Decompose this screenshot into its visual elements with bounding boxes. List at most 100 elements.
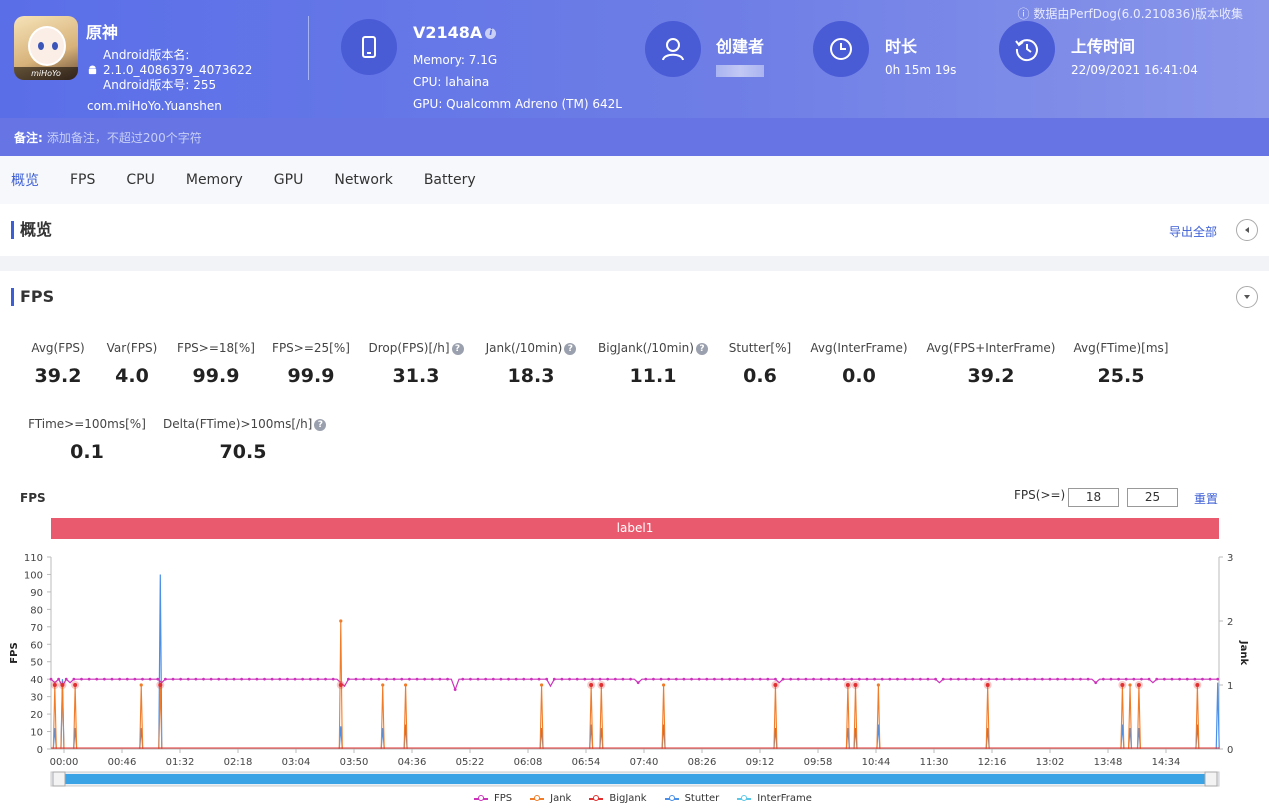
fps-point <box>789 677 793 681</box>
label-bar[interactable]: label1 <box>51 518 1219 539</box>
fps-point <box>87 677 91 681</box>
fps-point <box>247 677 251 681</box>
fps-point <box>796 677 800 681</box>
fps-point <box>1216 677 1220 681</box>
fps-point <box>1071 677 1075 681</box>
fps-threshold-label: FPS(>=) <box>1014 488 1066 502</box>
fps-point <box>1048 677 1052 681</box>
x-tick-label: 05:22 <box>456 757 485 768</box>
fps-point <box>72 677 76 681</box>
fps-point <box>1193 677 1197 681</box>
y-tick-label-left: 0 <box>37 745 43 756</box>
tab-gpu[interactable]: GPU <box>274 172 304 188</box>
fps-point <box>461 677 465 681</box>
export-all-button[interactable]: 导出全部 <box>1169 223 1217 240</box>
fps-point <box>949 677 953 681</box>
fps-point <box>118 677 122 681</box>
fps-point <box>423 677 427 681</box>
bigjank-point <box>845 683 850 687</box>
fps-threshold-input-1[interactable]: 18 <box>1068 488 1119 507</box>
tab-battery[interactable]: Battery <box>424 172 476 188</box>
fps-point <box>263 677 266 681</box>
note-input[interactable]: 添加备注，不超过200个字符 <box>47 129 202 146</box>
stat-value: 70.5 <box>219 441 267 463</box>
y-tick-label-left: 110 <box>24 553 43 564</box>
jank-point <box>876 683 880 687</box>
collapse-left-icon[interactable] <box>1236 219 1258 241</box>
y-axis-label-right: Jank <box>1238 640 1249 666</box>
jank-spike <box>380 684 385 750</box>
y-axis-label-left: FPS <box>9 642 20 663</box>
fps-point <box>659 677 663 681</box>
device-info-icon[interactable]: i <box>485 28 497 39</box>
fps-point <box>347 677 350 681</box>
range-slider-handle-left[interactable] <box>52 771 66 787</box>
app-package: com.miHoYo.Yuanshen <box>87 99 222 113</box>
y-tick-label-left: 20 <box>30 710 43 721</box>
fps-point <box>469 677 472 681</box>
fps-point <box>1056 677 1059 681</box>
fps-point <box>179 677 183 681</box>
help-icon[interactable]: ? <box>314 418 327 431</box>
fps-point <box>758 677 762 681</box>
fps-point <box>1162 677 1166 681</box>
tab-memory[interactable]: Memory <box>186 172 243 188</box>
x-tick-label: 11:30 <box>920 757 949 768</box>
tab-network[interactable]: Network <box>334 172 392 188</box>
x-tick-label: 06:08 <box>514 757 543 768</box>
fps-point <box>705 677 709 681</box>
fps-point <box>598 677 602 681</box>
y-tick-label-left: 60 <box>30 640 43 651</box>
fps-point <box>1002 677 1006 681</box>
fps-point <box>57 677 61 681</box>
fps-point <box>1101 677 1105 681</box>
fps-point <box>918 677 922 681</box>
y-tick-label-right: 3 <box>1227 553 1233 564</box>
reset-button[interactable]: 重置 <box>1194 490 1218 507</box>
range-slider-handle-right[interactable] <box>1204 771 1218 787</box>
fps-point <box>514 677 518 681</box>
legend-item-stutter[interactable]: Stutter <box>664 793 719 804</box>
fps-point <box>1185 677 1189 681</box>
fps-chart[interactable]: 0 10 20 30 40 50 60 70 80 90 100 110 0 1 2 3 FPS Jank 00:0… <box>0 545 1269 793</box>
legend-item-jank[interactable]: Jank <box>530 793 571 804</box>
fps-line <box>50 678 1218 692</box>
fps-point <box>873 677 876 681</box>
fps-point <box>1117 677 1120 681</box>
legend-item-bigjank[interactable]: BigJank <box>589 793 647 804</box>
fps-point <box>1018 677 1021 681</box>
x-tick-label: 10:44 <box>862 757 891 768</box>
fps-point <box>735 677 739 681</box>
collapse-down-icon[interactable] <box>1236 286 1258 308</box>
fps-threshold-input-2[interactable]: 25 <box>1127 488 1178 507</box>
jank-spike <box>539 684 544 750</box>
fps-point <box>552 677 556 681</box>
bigjank-point <box>853 683 858 687</box>
android-icon <box>88 65 97 75</box>
tab-fps[interactable]: FPS <box>70 172 95 188</box>
tab-cpu[interactable]: CPU <box>126 172 154 188</box>
stat-ftime-100ms: FTime>=100ms[%] 0.1 <box>7 417 167 463</box>
legend-item-interframe[interactable]: InterFrame <box>737 793 812 804</box>
upload-time-value: 22/09/2021 16:41:04 <box>1071 63 1198 77</box>
fps-point <box>438 677 442 681</box>
legend-item-fps[interactable]: FPS <box>474 793 512 804</box>
bigjank-point <box>599 683 604 687</box>
x-tick-label: 12:16 <box>978 757 1007 768</box>
fps-point <box>857 677 861 681</box>
history-icon <box>999 21 1055 77</box>
fps-point <box>148 677 152 681</box>
jank-point <box>139 683 143 687</box>
note-bar[interactable]: 备注: 添加备注，不超过200个字符 <box>0 118 1269 156</box>
fps-point <box>652 677 655 681</box>
x-tick-label: 09:12 <box>746 757 775 768</box>
fps-point <box>110 677 114 681</box>
fps-point <box>674 677 678 681</box>
bigjank-point <box>338 683 343 687</box>
stat-label: FTime>=100ms[%] <box>28 417 146 431</box>
fps-point <box>415 677 419 681</box>
tab-overview[interactable]: 概览 <box>11 170 39 190</box>
duration-label: 时长 <box>885 37 918 56</box>
jank-point <box>1128 683 1132 687</box>
y-tick-label-left: 40 <box>30 675 43 686</box>
